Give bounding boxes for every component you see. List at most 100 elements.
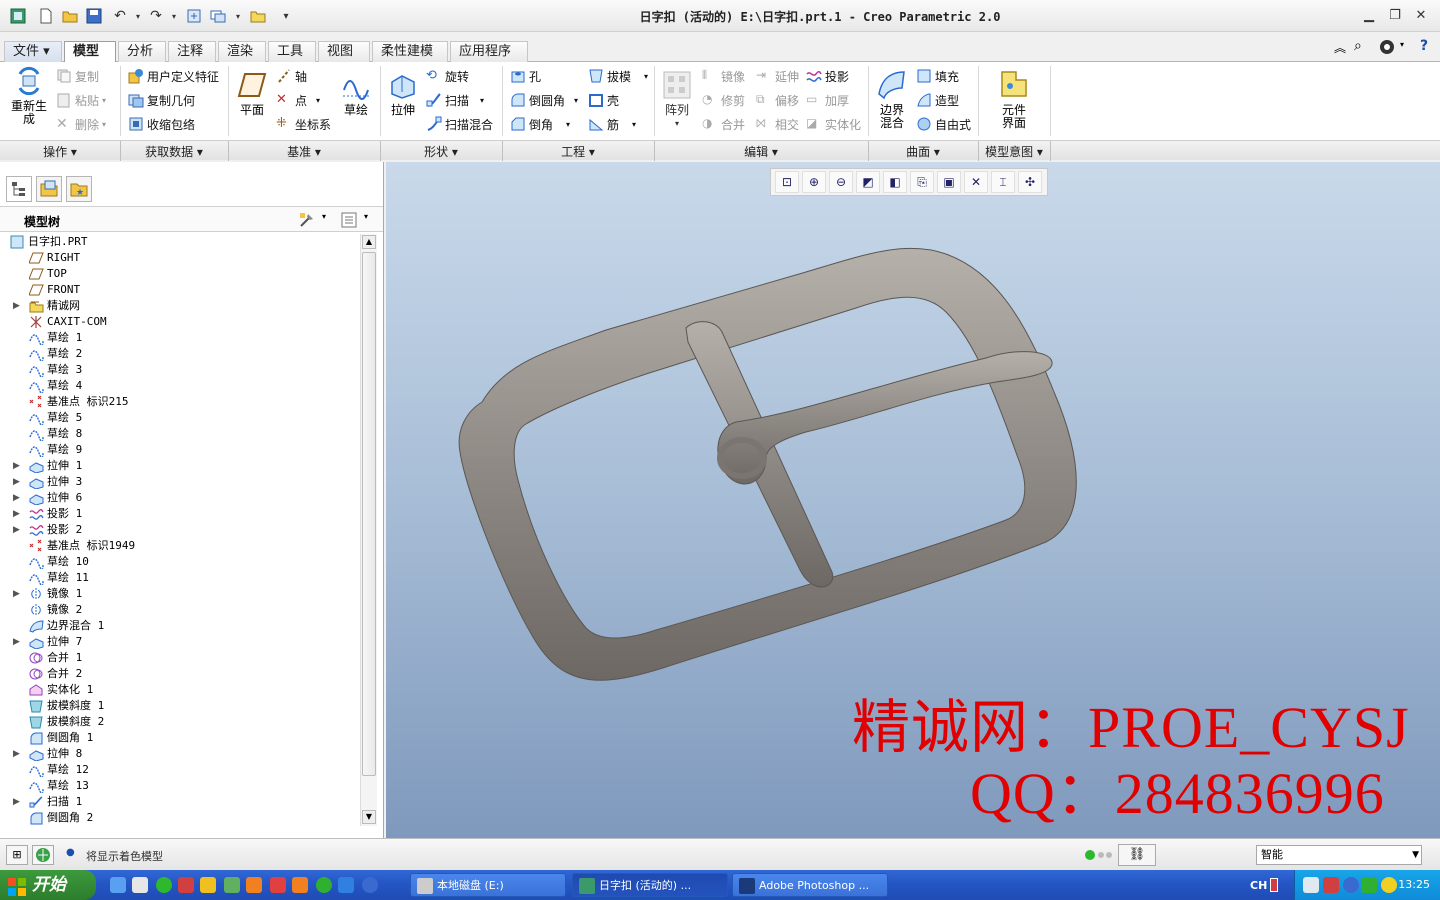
tree-item[interactable]: FRONT bbox=[0, 282, 358, 298]
expand-arrow-icon[interactable]: ▶ bbox=[13, 490, 20, 506]
point-button[interactable]: ✕ 点 ▾ bbox=[276, 90, 320, 110]
redo-icon[interactable]: ↷ bbox=[146, 6, 166, 26]
boundary-blend-button[interactable]: 边界混合 bbox=[872, 68, 912, 130]
quicklaunch-icon[interactable] bbox=[200, 877, 216, 893]
start-button[interactable]: 开始 bbox=[0, 870, 96, 900]
close-icon[interactable]: ✕ bbox=[1410, 6, 1432, 26]
tree-item[interactable]: ▶ 拉伸 7 bbox=[0, 634, 358, 650]
undo-icon[interactable]: ↶ bbox=[110, 6, 130, 26]
tree-show-icon[interactable] bbox=[340, 211, 358, 232]
extrude-button[interactable]: 拉伸 bbox=[386, 70, 420, 117]
windows-icon[interactable] bbox=[208, 6, 228, 26]
quicklaunch-icon[interactable] bbox=[292, 877, 308, 893]
windows-dropdown-icon[interactable]: ▾ bbox=[228, 6, 248, 26]
tab-flexible-modeling[interactable]: 柔性建模 bbox=[372, 41, 448, 62]
chamfer-button[interactable]: 倒角 ▾ bbox=[510, 114, 570, 134]
shell-button[interactable]: 壳 bbox=[588, 90, 619, 110]
tree-item[interactable]: 实体化 1 bbox=[0, 682, 358, 698]
favorites-tab-icon[interactable]: ★ bbox=[66, 176, 92, 202]
tree-item[interactable]: 镜像 2 bbox=[0, 602, 358, 618]
tree-item[interactable]: 合并 2 bbox=[0, 666, 358, 682]
open-folder-icon[interactable] bbox=[60, 6, 80, 26]
tree-item[interactable]: 草绘 1 bbox=[0, 330, 358, 347]
chevron-down-icon[interactable]: ▼ bbox=[1412, 846, 1419, 864]
delete-button[interactable]: ✕ 删除 ▾ bbox=[56, 114, 106, 134]
axis-button[interactable]: 轴 bbox=[276, 66, 307, 86]
mirror-button[interactable]: ⫴ 镜像 bbox=[702, 66, 745, 86]
scroll-thumb[interactable] bbox=[362, 252, 376, 776]
group-model-intent[interactable]: 模型意图 ▾ bbox=[978, 143, 1050, 160]
folder-browser-tab-icon[interactable] bbox=[36, 176, 62, 202]
tree-item[interactable]: 边界混合 1 bbox=[0, 618, 358, 634]
fill-button[interactable]: 填充 bbox=[916, 66, 959, 86]
offset-button[interactable]: ⧉ 偏移 bbox=[756, 90, 799, 110]
expand-arrow-icon[interactable]: ▶ bbox=[13, 298, 20, 314]
tab-view[interactable]: 视图 bbox=[318, 41, 370, 62]
tree-item[interactable]: 草绘 9 bbox=[0, 442, 358, 459]
tree-item[interactable]: 草绘 4 bbox=[0, 378, 358, 395]
csys-button[interactable]: ⁜ 坐标系 bbox=[276, 114, 331, 134]
expand-arrow-icon[interactable]: ▶ bbox=[13, 474, 20, 490]
taskbar-item-creo[interactable]: 日字扣 (活动的) ... bbox=[572, 873, 728, 897]
tree-item[interactable]: ▶ 拉伸 8 bbox=[0, 746, 358, 762]
copy-button[interactable]: 复制 bbox=[56, 66, 99, 86]
new-file-icon[interactable] bbox=[36, 6, 56, 26]
sketch-button[interactable]: 草绘 bbox=[338, 70, 374, 117]
expand-arrow-icon[interactable]: ▶ bbox=[13, 746, 20, 762]
quicklaunch-icon[interactable] bbox=[224, 877, 240, 893]
tree-item[interactable]: ▶ 投影 2 bbox=[0, 522, 358, 538]
tray-shield-icon[interactable] bbox=[1361, 877, 1377, 893]
find-icon[interactable]: ⛓ bbox=[1118, 844, 1156, 866]
tree-item[interactable]: ▶ 镜像 1 bbox=[0, 586, 358, 602]
regenerate-icon[interactable] bbox=[184, 6, 204, 26]
tree-item[interactable]: 草绘 10 bbox=[0, 554, 358, 571]
project-button[interactable]: 投影 bbox=[806, 66, 849, 86]
tree-item[interactable]: ▶ 拉伸 1 bbox=[0, 458, 358, 474]
tree-item[interactable]: ▶ 扫描 1 bbox=[0, 794, 358, 810]
tree-item[interactable]: ▶ 投影 1 bbox=[0, 506, 358, 522]
tree-item[interactable]: 草绘 5 bbox=[0, 410, 358, 427]
group-engineering[interactable]: 工程 ▾ bbox=[502, 143, 654, 160]
tray-security-icon[interactable] bbox=[1323, 877, 1339, 893]
expand-arrow-icon[interactable]: ▶ bbox=[13, 794, 20, 810]
tree-settings-dropdown-icon[interactable]: ▾ bbox=[322, 212, 326, 221]
tree-item[interactable]: 拔模斜度 1 bbox=[0, 698, 358, 714]
tree-item[interactable]: 基准点 标识215 bbox=[0, 394, 358, 410]
extend-button[interactable]: ⇥ 延伸 bbox=[756, 66, 799, 86]
quicklaunch-icon[interactable] bbox=[316, 877, 332, 893]
help-center-icon[interactable] bbox=[1378, 38, 1396, 59]
tray-antivirus-icon[interactable] bbox=[1381, 877, 1397, 893]
save-icon[interactable] bbox=[84, 6, 104, 26]
hole-button[interactable]: 孔 bbox=[510, 66, 541, 86]
quicklaunch-icon[interactable] bbox=[270, 877, 286, 893]
rib-button[interactable]: 筋 ▾ bbox=[588, 114, 636, 134]
tab-file[interactable]: 文件 ▾ bbox=[4, 41, 62, 62]
tab-annotate[interactable]: 注释 bbox=[168, 41, 216, 62]
merge-button[interactable]: ◑ 合并 bbox=[702, 114, 745, 134]
quicklaunch-icon[interactable] bbox=[110, 877, 126, 893]
expand-arrow-icon[interactable]: ▶ bbox=[13, 586, 20, 602]
tree-item[interactable]: 合并 1 bbox=[0, 650, 358, 666]
toggle-navigator-icon[interactable]: ⊞ bbox=[6, 845, 28, 865]
tree-item[interactable]: ▶ 拉伸 6 bbox=[0, 490, 358, 506]
expand-arrow-icon[interactable]: ▶ bbox=[13, 634, 20, 650]
tab-model[interactable]: 模型 bbox=[64, 41, 116, 63]
quicklaunch-icon[interactable] bbox=[156, 877, 172, 893]
plane-button[interactable]: 平面 bbox=[234, 70, 270, 117]
regenerate-button[interactable]: 重新生成 bbox=[8, 66, 50, 126]
group-operations[interactable]: 操作 ▾ bbox=[0, 143, 120, 160]
freestyle-button[interactable]: 自由式 bbox=[916, 114, 971, 134]
tree-item[interactable]: 草绘 2 bbox=[0, 346, 358, 363]
input-language[interactable]: CH bbox=[1250, 879, 1267, 892]
app-logo-icon[interactable] bbox=[8, 6, 28, 26]
tree-item[interactable]: TOP bbox=[0, 266, 358, 282]
tree-item[interactable]: 倒圆角 1 bbox=[0, 730, 358, 746]
tree-item[interactable]: ▶ 精诚网 bbox=[0, 298, 358, 314]
tree-item[interactable]: RIGHT bbox=[0, 250, 358, 266]
revolve-button[interactable]: ⟲ 旋转 bbox=[426, 66, 469, 86]
tray-update-icon[interactable] bbox=[1343, 877, 1359, 893]
paste-button[interactable]: 粘贴 ▾ bbox=[56, 90, 106, 110]
tray-network-icon[interactable] bbox=[1303, 877, 1319, 893]
tree-item[interactable]: 草绘 12 bbox=[0, 762, 358, 779]
component-interface-button[interactable]: 元件界面 bbox=[992, 68, 1036, 130]
